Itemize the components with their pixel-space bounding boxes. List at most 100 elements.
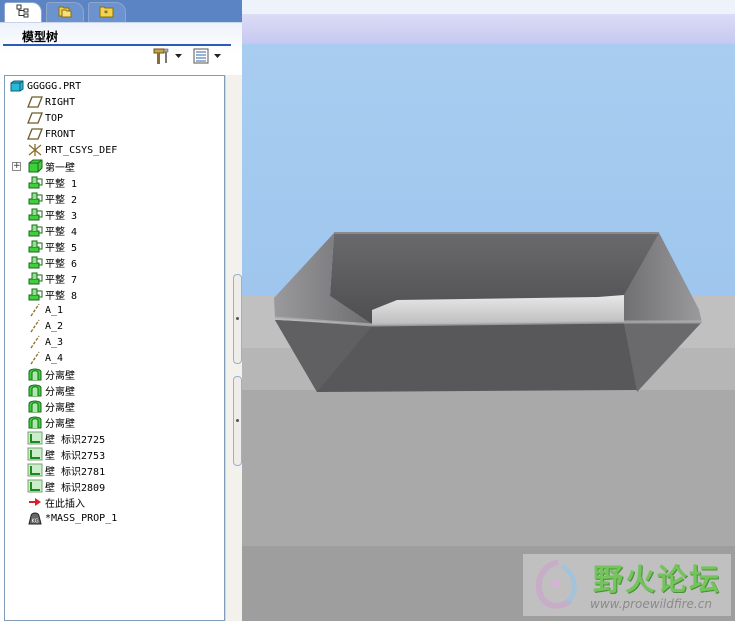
unattached-wall-icon [27, 399, 43, 413]
graphics-viewport[interactable] [242, 0, 735, 621]
folder-browser-tab[interactable] [46, 2, 84, 22]
tree-item-label: 分离壁 [45, 402, 75, 414]
tree-item[interactable]: 分离壁 [27, 414, 75, 430]
csys-icon [27, 143, 43, 157]
tree-item[interactable]: FRONT [27, 126, 75, 142]
tree-item[interactable]: PRT_CSYS_DEF [27, 142, 117, 158]
tree-item-label: 壁 标识2753 [45, 450, 106, 462]
tree-item-label: 平整 5 [45, 242, 78, 254]
merge-wall-icon [27, 447, 43, 461]
tree-item-label: GGGGG.PRT [27, 80, 82, 92]
tree-item[interactable]: KG *MASS_PROP_1 [27, 510, 117, 526]
tree-item[interactable]: 平整 6 [27, 254, 77, 270]
tree-item-label: 平整 2 [45, 194, 78, 206]
tree-item[interactable]: TOP [27, 110, 63, 126]
chevron-down-icon [214, 52, 221, 62]
merge-wall-icon [27, 463, 43, 477]
expand-toggle-icon[interactable]: + [12, 162, 21, 171]
tree-item-label: *MASS_PROP_1 [45, 512, 118, 524]
tree-item-label: RIGHT [45, 96, 76, 108]
tree-item-label: A_1 [45, 304, 64, 316]
tree-item-label: 平整 6 [45, 258, 78, 270]
merge-wall-icon [27, 431, 43, 445]
tree-item-label: 壁 标识2725 [45, 434, 106, 446]
svg-text:*: * [104, 9, 108, 18]
tree-item[interactable]: 平整 3 [27, 206, 77, 222]
model-tree-tab[interactable] [4, 2, 42, 22]
tree-item[interactable]: A_1 [27, 302, 63, 318]
tree-item[interactable]: 分离壁 [27, 382, 75, 398]
merge-wall-icon [27, 479, 43, 493]
list-show-icon [193, 47, 211, 68]
tree-item[interactable]: 分离壁 [27, 398, 75, 414]
tree-item[interactable]: 平整 2 [27, 190, 77, 206]
panel-splitter-handle[interactable] [233, 274, 242, 364]
tree-item[interactable]: 平整 7 [27, 270, 77, 286]
tree-item-label: TOP [45, 112, 64, 124]
tree-item[interactable]: RIGHT [27, 94, 75, 110]
sheetmetal-tray-model[interactable] [242, 0, 735, 621]
favorites-tab[interactable]: * [88, 2, 126, 22]
chevron-down-icon [175, 52, 182, 62]
model-tree-icon [16, 3, 30, 22]
favorites-folder-icon: * [99, 3, 115, 22]
tree-item[interactable]: 分离壁 [27, 366, 75, 382]
insert-here-arrow-icon [27, 495, 43, 509]
unattached-wall-icon [27, 383, 43, 397]
tree-item[interactable]: A_3 [27, 334, 63, 350]
tree-item[interactable]: 平整 5 [27, 238, 77, 254]
watermark-title: 野火论坛 [593, 563, 721, 598]
tree-item[interactable]: 平整 1 [27, 174, 77, 190]
datum-axis-icon [27, 319, 43, 333]
tree-item[interactable]: 在此插入 [27, 494, 85, 510]
mass-prop-icon: KG [27, 511, 43, 525]
datum-axis-icon [27, 351, 43, 365]
tree-item-label: FRONT [45, 128, 76, 140]
tree-item-label: 分离壁 [45, 418, 75, 430]
tree-item[interactable]: 平整 8 [27, 286, 77, 302]
tree-item[interactable]: A_2 [27, 318, 63, 334]
tree-item-label: A_2 [45, 320, 64, 332]
tree-item-label: 壁 标识2809 [45, 482, 106, 494]
tree-item[interactable]: 壁 标识2753 [27, 446, 105, 462]
datum-axis-icon [27, 335, 43, 349]
datum-plane-icon [27, 95, 43, 109]
datum-plane-icon [27, 111, 43, 125]
tree-item[interactable]: 壁 标识2809 [27, 478, 105, 494]
navigator-tab-strip: * [0, 0, 242, 23]
panel-splitter-handle[interactable] [233, 376, 242, 466]
tree-item-label: 分离壁 [45, 370, 75, 382]
flat-wall-icon [27, 223, 43, 237]
flat-wall-icon [27, 271, 43, 285]
unattached-wall-icon [27, 415, 43, 429]
tree-item-label: 平整 1 [45, 178, 78, 190]
tree-item-label: 第一壁 [45, 162, 75, 174]
tree-item-label: 平整 7 [45, 274, 78, 286]
hammer-settings-icon [152, 47, 172, 68]
tree-item[interactable]: 平整 4 [27, 222, 77, 238]
flat-wall-icon [27, 191, 43, 205]
svg-text:KG: KG [32, 519, 39, 525]
flat-wall-icon [27, 287, 43, 301]
watermark-url: www.proewildfire.cn [590, 597, 712, 611]
unattached-wall-icon [27, 367, 43, 381]
tree-item-label: A_3 [45, 336, 64, 348]
datum-plane-icon [27, 127, 43, 141]
tree-item-label: 分离壁 [45, 386, 75, 398]
tree-item-label: 平整 3 [45, 210, 78, 222]
tree-item[interactable]: 第一壁 [27, 158, 75, 174]
show-button[interactable] [193, 48, 221, 66]
settings-button[interactable] [152, 48, 182, 66]
tree-item-label: 在此插入 [45, 498, 85, 510]
model-tree[interactable]: GGGGG.PRT RIGHT TOP FRONT PRT_CSYS_DEF 第一壁 + 平整… [4, 75, 225, 621]
flat-wall-icon [27, 175, 43, 189]
tree-item-label: PRT_CSYS_DEF [45, 144, 118, 156]
tree-item-label: 平整 8 [45, 290, 78, 302]
datum-axis-icon [27, 303, 43, 317]
tree-item[interactable]: 壁 标识2781 [27, 462, 105, 478]
tree-item[interactable]: A_4 [27, 350, 63, 366]
first-wall-icon [27, 159, 43, 173]
tree-item[interactable]: GGGGG.PRT [9, 78, 81, 94]
tree-item[interactable]: 壁 标识2725 [27, 430, 105, 446]
tree-item-label: 平整 4 [45, 226, 78, 238]
